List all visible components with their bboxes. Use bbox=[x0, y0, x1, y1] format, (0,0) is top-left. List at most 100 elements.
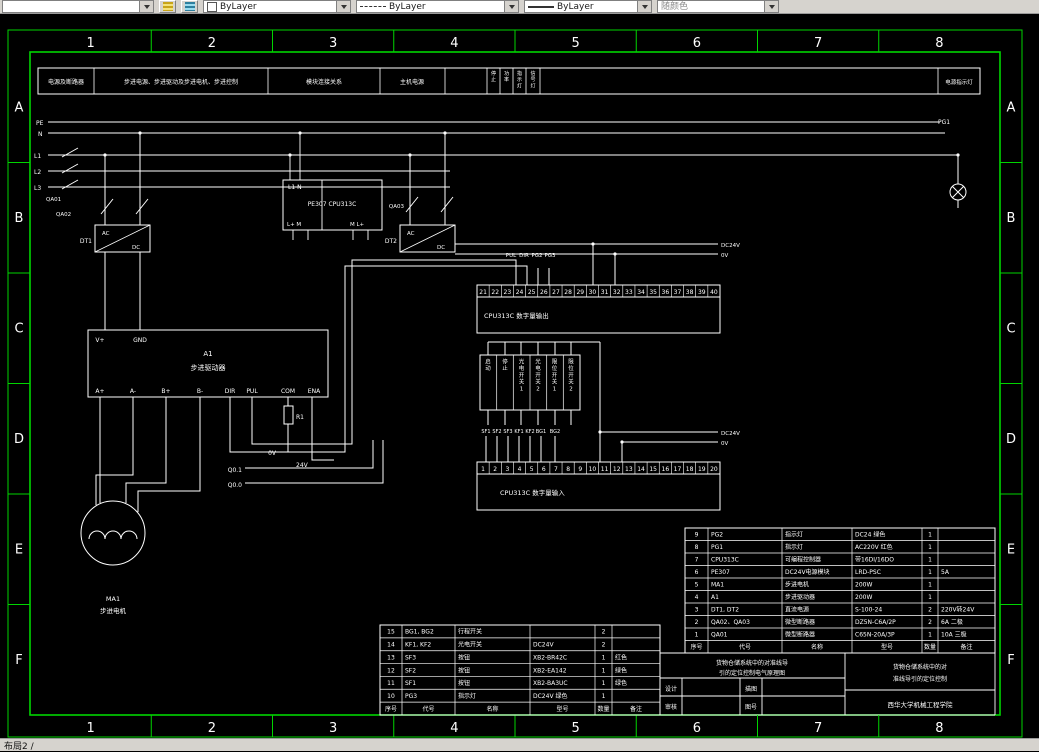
rail-label-l2: L2 bbox=[34, 169, 41, 176]
plotstyle-dropdown[interactable]: 随颜色 bbox=[657, 0, 779, 13]
layer-states-icon bbox=[184, 2, 195, 11]
layer-states-button[interactable] bbox=[181, 0, 198, 13]
terminal-number: 28 bbox=[564, 289, 572, 296]
input-device-label: KF2 bbox=[525, 429, 534, 435]
breaker-label: QA01 bbox=[46, 197, 61, 203]
table-cell: 2 bbox=[928, 607, 932, 614]
terminal-number: 37 bbox=[674, 289, 682, 296]
zero-v-label: 0V bbox=[268, 450, 277, 457]
table-cell: 1 bbox=[695, 632, 699, 639]
table-cell: 微型断路器 bbox=[785, 631, 815, 639]
linetype-value: ByLayer bbox=[389, 1, 426, 12]
zone-column-label: 7 bbox=[814, 36, 822, 51]
table-cell: 绿色 bbox=[615, 679, 627, 687]
table-cell: 7 bbox=[695, 557, 699, 564]
terminal-number: 18 bbox=[686, 466, 694, 473]
switch-column-label: 光电开关 1 bbox=[519, 358, 525, 393]
breaker-qa02-symbol bbox=[100, 133, 149, 225]
terminal-number: 32 bbox=[613, 289, 621, 296]
model-space-canvas[interactable]: 电源及断路器 步进电源、步进驱动及步进电机、步进控制 模块连接关系 主机电源 电… bbox=[0, 14, 1039, 738]
chevron-down-icon[interactable] bbox=[504, 1, 518, 12]
breaker-qa01-symbol bbox=[61, 147, 79, 190]
input-device-label: KF1 bbox=[514, 429, 523, 435]
q-output-wires bbox=[245, 440, 384, 484]
lineweight-value: ByLayer bbox=[557, 1, 594, 12]
zero-v-label: 0V bbox=[721, 441, 728, 447]
chevron-down-icon[interactable] bbox=[336, 1, 350, 12]
junction-dot bbox=[613, 252, 617, 256]
terminal-number: 34 bbox=[637, 289, 645, 296]
table-cell: 9 bbox=[695, 532, 699, 539]
table-cell: 带16DI/16DO bbox=[855, 556, 894, 564]
junction-dot bbox=[620, 440, 624, 444]
table-cell: 6 bbox=[695, 569, 699, 576]
table-cell: DC24 绿色 bbox=[855, 531, 885, 539]
table-cell: LRD-PSC bbox=[855, 569, 881, 576]
switch-column-label: 限位开关 2 bbox=[568, 358, 574, 393]
table-cell: 指示灯 bbox=[785, 543, 803, 551]
junction-dot bbox=[956, 153, 960, 157]
statusbar: 布局2 / bbox=[0, 738, 1039, 752]
zone-column-label: 3 bbox=[329, 721, 337, 736]
table-cell: 14 bbox=[387, 642, 395, 649]
zone-row-label: A bbox=[1007, 100, 1016, 115]
table-cell: 1 bbox=[602, 654, 606, 661]
layer-dropdown[interactable] bbox=[2, 0, 154, 13]
table-cell: 5 bbox=[695, 582, 699, 589]
terminal-number: 39 bbox=[698, 289, 706, 296]
table-cell: BG1, BG2 bbox=[405, 629, 434, 636]
lineweight-dropdown[interactable]: ByLayer bbox=[524, 0, 652, 13]
junction-dot bbox=[298, 131, 302, 135]
terminal-number: 24 bbox=[516, 289, 524, 296]
layer-manager-button[interactable] bbox=[159, 0, 176, 13]
input-module-label: CPU313C 数字量输入 bbox=[500, 488, 565, 497]
layout-tab[interactable]: 布局2 / bbox=[4, 739, 34, 752]
table-cell: 5A bbox=[941, 569, 950, 576]
chevron-down-icon[interactable] bbox=[637, 1, 651, 12]
table-cell: QA01 bbox=[711, 632, 728, 639]
plc-bottom-terminals: L+ M bbox=[287, 222, 301, 228]
table-cell: PG3 bbox=[405, 693, 417, 700]
table-cell: 红色 bbox=[615, 653, 627, 661]
table-header-cell: 名称 bbox=[811, 643, 823, 651]
table-cell: AC220V 红色 bbox=[855, 543, 893, 551]
table-header-cell: 数量 bbox=[597, 705, 609, 713]
terminal-number: 36 bbox=[662, 289, 670, 296]
zone-row-label: B bbox=[15, 211, 24, 226]
terminal-number: 23 bbox=[504, 289, 512, 296]
switch-column-label: 光电开关 2 bbox=[535, 358, 541, 393]
chevron-down-icon[interactable] bbox=[764, 1, 778, 12]
motor-name: 步进电机 bbox=[100, 606, 127, 615]
zone-row-label: D bbox=[14, 432, 24, 447]
table-cell: PG2 bbox=[711, 532, 723, 539]
plc-name: PE307 CPU313C bbox=[308, 201, 357, 208]
input-device-label: BG1 bbox=[536, 429, 546, 435]
table-cell: 1 bbox=[602, 680, 606, 687]
color-dropdown[interactable]: ByLayer bbox=[203, 0, 351, 13]
header-cell: 步进电源、步进驱动及步进电机、步进控制 bbox=[124, 78, 238, 86]
table-cell: 200W bbox=[855, 582, 872, 589]
linetype-dropdown[interactable]: ByLayer bbox=[356, 0, 519, 13]
table-cell: C65N-20A/3P bbox=[855, 632, 895, 639]
table-cell: XB2-BA3UC bbox=[533, 680, 568, 687]
chevron-down-icon[interactable] bbox=[139, 1, 153, 12]
title-text: 货物仓储系统中的对准线导 bbox=[716, 659, 788, 667]
motor-wires bbox=[95, 397, 201, 512]
terminal-number: 33 bbox=[625, 289, 633, 296]
terminal-number: 2 bbox=[493, 466, 497, 473]
table-header-cell: 型号 bbox=[881, 643, 893, 651]
q00-label: Q0.0 bbox=[228, 482, 242, 489]
zone-column-label: 7 bbox=[814, 721, 822, 736]
terminal-number: 5 bbox=[530, 466, 534, 473]
table-cell: 指示灯 bbox=[785, 531, 803, 539]
table-cell: SF3 bbox=[405, 654, 416, 661]
table-cell: PG1 bbox=[711, 544, 723, 551]
driver-name: 步进驱动器 bbox=[191, 363, 226, 372]
drawing-area[interactable]: 电源及断路器 步进电源、步进驱动及步进电机、步进控制 模块连接关系 主机电源 电… bbox=[0, 14, 1039, 738]
junction-dot bbox=[138, 131, 142, 135]
driver-terminal: GND bbox=[133, 337, 147, 344]
header-cell: 电源指示灯 bbox=[945, 78, 973, 86]
table-cell: 绿色 bbox=[615, 666, 627, 674]
table-cell: 6A 二极 bbox=[941, 618, 963, 626]
bundle-label: PG2 bbox=[531, 253, 542, 259]
